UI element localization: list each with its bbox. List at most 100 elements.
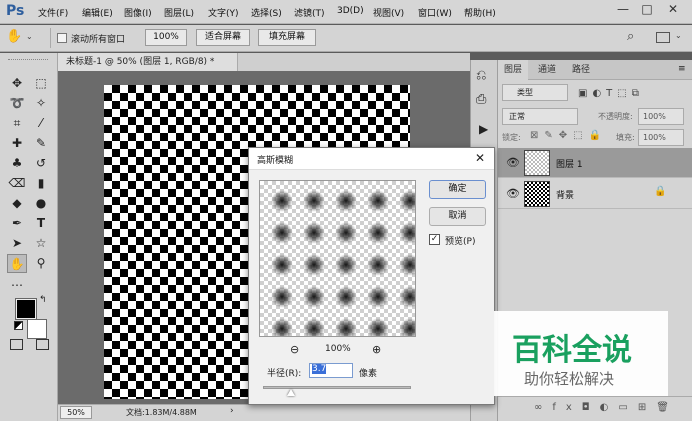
fill-screen-button[interactable]: 填充屏幕 — [258, 29, 316, 46]
menu-view[interactable]: 视图(V) — [373, 6, 404, 19]
eyedropper-icon[interactable]: ⁄ — [31, 114, 51, 133]
clone-stamp-icon[interactable]: ♣ — [7, 154, 27, 173]
search-icon[interactable]: ⌕ — [627, 29, 634, 44]
watermark-subtitle: 助你轻松解决 — [524, 370, 615, 388]
zoom-out-icon[interactable]: ⊖ — [290, 343, 299, 356]
hand-tool-icon[interactable]: ✋ — [7, 254, 27, 273]
workspace-chevron-icon[interactable]: ⌄ — [675, 31, 682, 40]
quick-mask-icon[interactable] — [10, 339, 23, 350]
radius-unit: 像素 — [359, 369, 378, 379]
dialog-title: 高斯模糊 — [257, 156, 294, 166]
layer-row[interactable]: 👁 图层 1 — [498, 148, 692, 178]
menu-type[interactable]: 文字(Y) — [208, 6, 239, 19]
tab-paths[interactable]: 路径 — [566, 60, 596, 80]
divider — [50, 28, 51, 48]
tab-layers[interactable]: 图层 — [498, 60, 529, 80]
menu-window[interactable]: 窗口(W) — [418, 6, 452, 19]
magic-wand-icon[interactable]: ✧ — [31, 94, 51, 113]
watermark-title: 百科全说 — [512, 333, 632, 368]
menu-help[interactable]: 帮助(H) — [464, 6, 496, 19]
maximize-icon[interactable]: □ — [636, 2, 658, 16]
more-tools-icon[interactable]: ⋯ — [7, 276, 27, 295]
history-panel-icon[interactable]: ⎌ — [476, 68, 486, 83]
panel-footer: ∞fx◘◐▭⊞🗑 — [498, 396, 692, 421]
type-tool-icon[interactable]: T — [31, 214, 51, 233]
radius-field[interactable]: 3.7 — [309, 363, 353, 378]
pen-tool-icon[interactable]: ✒ — [7, 214, 27, 233]
status-arrow-icon[interactable]: › — [230, 406, 234, 416]
toolbox-grip — [8, 59, 48, 62]
chevron-down-icon[interactable]: ⌄ — [26, 32, 33, 41]
fill-field[interactable]: 100% — [638, 129, 684, 146]
actions-play-icon[interactable]: ▶ — [479, 122, 488, 136]
marquee-tool-icon[interactable]: ⬚ — [31, 74, 51, 93]
opacity-field[interactable]: 100% — [638, 108, 684, 125]
eye-icon[interactable]: 👁 — [506, 187, 520, 200]
eye-icon[interactable]: 👁 — [506, 156, 520, 169]
filter-icons[interactable]: ▣◐T⬚⧉ — [578, 88, 644, 99]
tab-channels[interactable]: 通道 — [532, 60, 562, 80]
radius-slider-track[interactable] — [263, 386, 411, 389]
layer-kind-filter[interactable]: 类型 — [502, 84, 568, 101]
blur-preview-image[interactable] — [259, 180, 416, 337]
path-select-icon[interactable]: ➤ — [7, 234, 27, 253]
foreground-color-swatch[interactable] — [15, 298, 37, 320]
blend-mode-select[interactable]: 正常 — [502, 108, 578, 125]
eraser-tool-icon[interactable]: ⌫ — [7, 174, 27, 193]
lasso-tool-icon[interactable]: ➰ — [7, 94, 27, 113]
crop-tool-icon[interactable]: ⌗ — [7, 114, 27, 133]
radius-slider-handle[interactable] — [287, 389, 295, 396]
ok-button[interactable]: 确定 — [429, 180, 486, 199]
screen-mode-icon[interactable] — [36, 339, 49, 350]
move-tool-icon[interactable]: ✥ — [7, 74, 27, 93]
scroll-all-checkbox[interactable] — [57, 33, 67, 43]
zoom-tool-icon[interactable]: ⚲ — [31, 254, 51, 273]
layer-name[interactable]: 背景 — [556, 188, 574, 201]
history-brush-icon[interactable]: ↺ — [31, 154, 51, 173]
menu-image[interactable]: 图像(I) — [124, 6, 152, 19]
zoom-readout[interactable]: 50% — [60, 406, 92, 419]
menu-select[interactable]: 选择(S) — [251, 6, 282, 19]
lock-icons[interactable]: ⊠✎✥⬚🔒 — [530, 130, 607, 141]
gaussian-blur-dialog: 高斯模糊 ✕ 确定 取消 ✓ 预览(P) ⊖ 100% ⊕ 半径(R): 3.7… — [248, 147, 495, 405]
menu-edit[interactable]: 编辑(E) — [82, 6, 113, 19]
panel-menu-icon[interactable]: ≡ — [678, 64, 686, 74]
menu-3d[interactable]: 3D(D) — [337, 6, 364, 16]
radius-value[interactable]: 3.7 — [312, 364, 327, 374]
default-colors-icon[interactable] — [14, 321, 23, 330]
doc-info: 文档:1.83M/4.88M — [126, 408, 197, 417]
cancel-button[interactable]: 取消 — [429, 207, 486, 226]
menu-filter[interactable]: 滤镜(T) — [294, 6, 325, 19]
scroll-all-label: 滚动所有窗口 — [71, 35, 126, 45]
layer-row[interactable]: 👁 背景 🔒 — [498, 179, 692, 209]
menu-file[interactable]: 文件(F) — [38, 6, 68, 19]
fit-screen-button[interactable]: 适合屏幕 — [196, 29, 250, 46]
zoom-100-button[interactable]: 100% — [145, 29, 187, 46]
layer-action-icons[interactable]: ∞fx◘◐▭⊞🗑 — [534, 402, 679, 413]
blur-tool-icon[interactable]: ◆ — [7, 194, 27, 213]
document-tab[interactable]: 未标题-1 @ 50% (图层 1, RGB/8) * — [58, 53, 238, 71]
workspace-icon[interactable] — [656, 32, 670, 43]
layer-name[interactable]: 图层 1 — [556, 157, 583, 170]
close-icon[interactable]: ✕ — [662, 2, 684, 16]
dialog-titlebar[interactable]: 高斯模糊 ✕ — [249, 148, 494, 170]
zoom-in-icon[interactable]: ⊕ — [372, 343, 381, 356]
menu-layer[interactable]: 图层(L) — [164, 6, 194, 19]
minimize-icon[interactable]: — — [612, 2, 634, 16]
healing-brush-icon[interactable]: ✚ — [7, 134, 27, 153]
brush-tool-icon[interactable]: ✎ — [31, 134, 51, 153]
layer-thumbnail — [524, 181, 550, 207]
document-tab-bar: 未标题-1 @ 50% (图层 1, RGB/8) * — [58, 53, 470, 71]
preview-checkbox[interactable]: ✓ — [429, 234, 440, 245]
hand-tool-icon[interactable]: ✋ — [6, 29, 22, 44]
dodge-tool-icon[interactable]: ● — [31, 194, 51, 213]
background-color-swatch[interactable] — [27, 319, 47, 339]
gradient-tool-icon[interactable]: ▮ — [31, 174, 51, 193]
options-bar: ✋ ⌄ 滚动所有窗口 100% 适合屏幕 填充屏幕 ⌕ ⌄ — [0, 25, 692, 52]
watermark-logo: 百科全说 助你轻松解决 — [494, 311, 668, 396]
properties-panel-icon[interactable]: ⎙ — [476, 92, 486, 107]
swap-colors-icon[interactable]: ↰ — [39, 295, 47, 305]
close-icon[interactable]: ✕ — [475, 151, 485, 165]
shape-tool-icon[interactable]: ☆ — [31, 234, 51, 253]
lock-label: 锁定: — [502, 133, 521, 142]
